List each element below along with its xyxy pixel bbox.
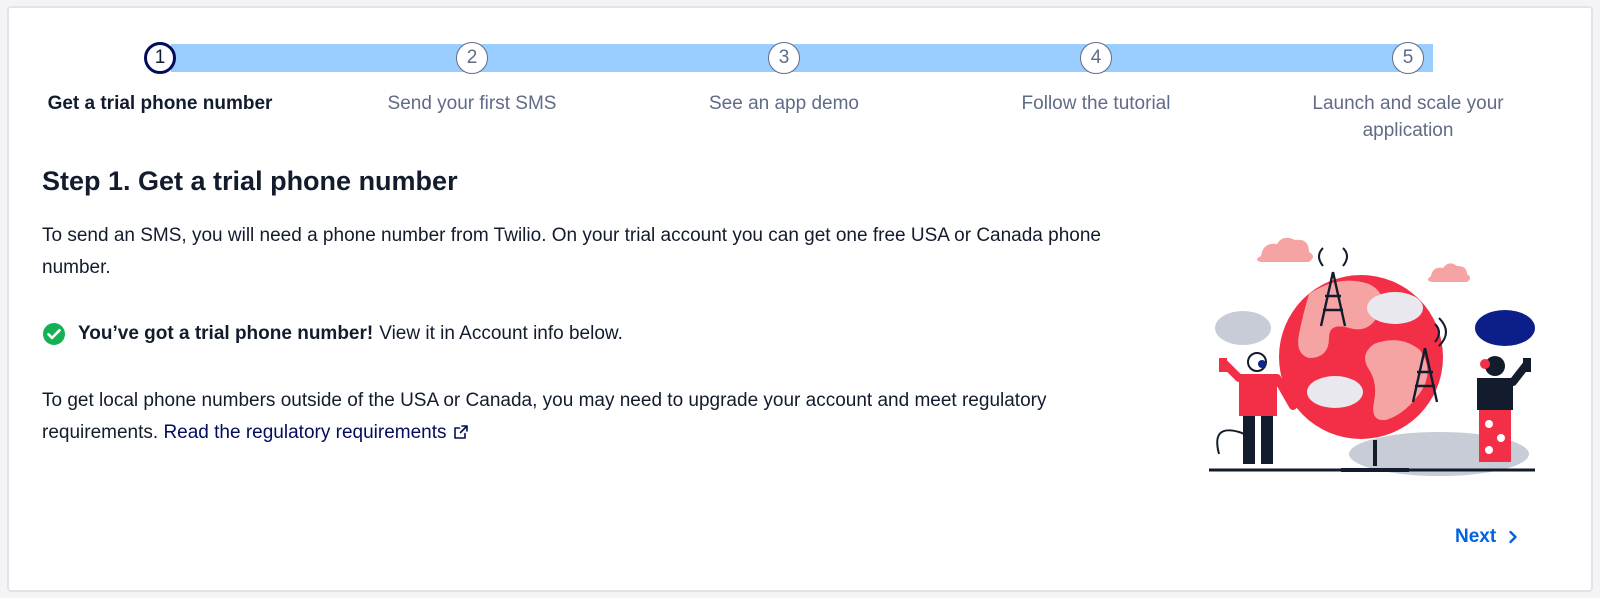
check-circle-icon [43,323,65,345]
next-button[interactable]: Next [1455,522,1518,552]
status-text: View it in Account info below. [379,323,623,344]
trial-number-status: You’ve got a trial phone number! View it… [42,318,623,350]
next-button-label: Next [1455,526,1497,547]
step-2-label[interactable]: Send your first SMS [352,90,592,117]
page-title: Step 1. Get a trial phone number [42,166,458,196]
step-1-label[interactable]: Get a trial phone number [40,90,280,117]
external-link-icon [453,425,468,439]
regulatory-link-label: Read the regulatory requirements [163,422,447,443]
step-4-indicator[interactable]: 4 [1080,42,1112,74]
progress-stepper: 1 2 3 4 5 Get a trial phone number Send … [9,8,1595,158]
step-5-label[interactable]: Launch and scale your application [1298,90,1518,144]
status-strong-text: You’ve got a trial phone number! [78,323,374,344]
step-5-indicator[interactable]: 5 [1392,42,1424,74]
intro-text: To send an SMS, you will need a phone nu… [42,225,1101,278]
stepper-track [171,44,1433,72]
onboarding-card: 1 2 3 4 5 Get a trial phone number Send … [7,6,1593,592]
globe-communication-illustration [1209,237,1535,476]
regulatory-text-block: To get local phone numbers outside of th… [42,385,1152,449]
step-3-label[interactable]: See an app demo [664,90,904,117]
step-2-indicator[interactable]: 2 [456,42,488,74]
chevron-right-icon [1509,530,1517,544]
step-1-indicator[interactable]: 1 [144,42,176,74]
step-4-label[interactable]: Follow the tutorial [976,90,1216,117]
step-3-indicator[interactable]: 3 [768,42,800,74]
regulatory-requirements-link[interactable]: Read the regulatory requirements [163,422,468,443]
